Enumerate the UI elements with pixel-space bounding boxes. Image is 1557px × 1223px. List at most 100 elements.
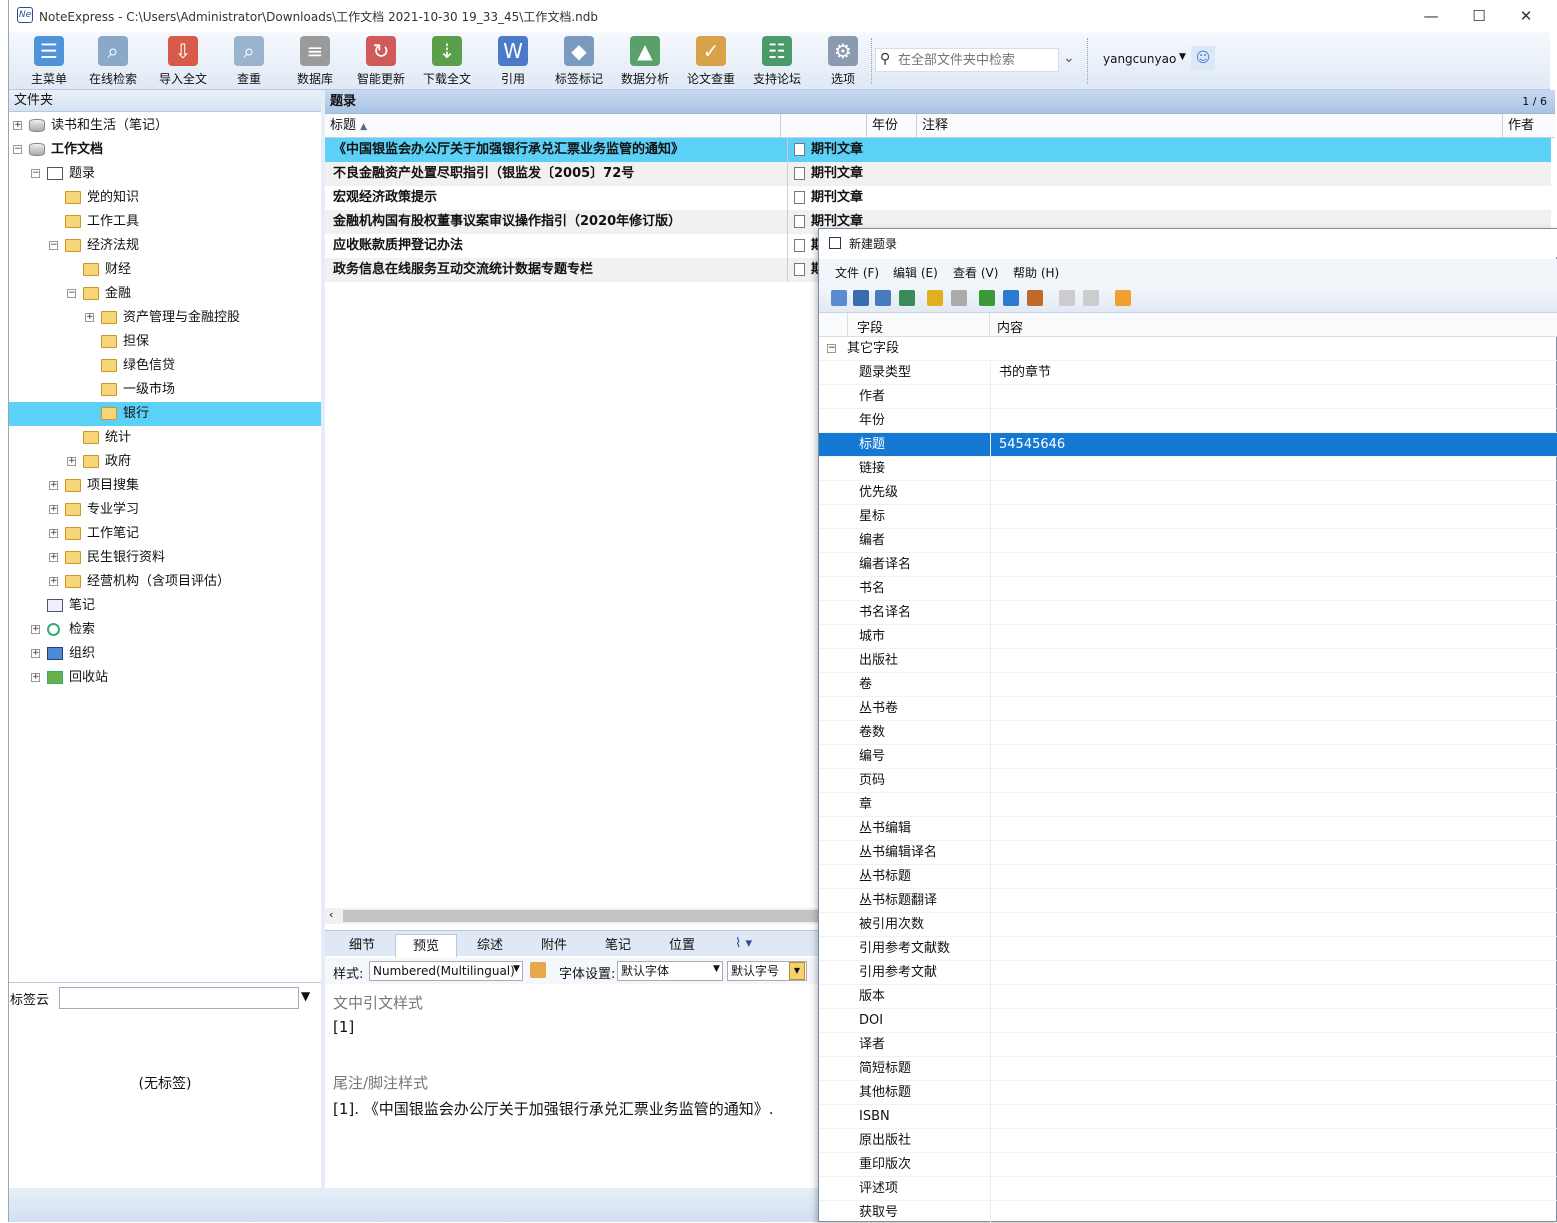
field-row[interactable]: 书名 [819, 577, 1557, 601]
field-row[interactable]: 优先级 [819, 481, 1557, 505]
font-select[interactable]: 默认字体 [617, 961, 723, 981]
move-down-icon[interactable] [1083, 290, 1099, 306]
tab-1[interactable]: 预览 [395, 934, 457, 957]
field-group-header[interactable]: − 其它字段 [819, 337, 1557, 361]
toolbar-button-8[interactable]: ◆ 标签标记 [547, 34, 611, 88]
column-notes[interactable]: 注释 [917, 114, 1503, 138]
scrollbar-thumb[interactable] [343, 910, 823, 922]
tree-item[interactable]: + 读书和生活（笔记） [9, 114, 321, 138]
column-title[interactable]: 标题 ▲ [325, 114, 781, 138]
tree-item[interactable]: 财经 [9, 258, 321, 282]
toolbar-button-10[interactable]: ✓ 论文查重 [679, 34, 743, 88]
tree-item[interactable]: + 回收站 [9, 666, 321, 690]
style-select[interactable]: Numbered(Multilingual) [369, 961, 523, 981]
expand-icon[interactable]: + [31, 649, 40, 658]
font-dropdown-icon[interactable]: ▼ [713, 964, 720, 974]
expand-icon[interactable]: + [85, 313, 94, 322]
content-column-header[interactable]: 内容 [997, 317, 1023, 336]
tree-item[interactable]: + 经营机构（含项目评估） [9, 570, 321, 594]
tree-item[interactable]: 笔记 [9, 594, 321, 618]
field-row[interactable]: 卷数 [819, 721, 1557, 745]
field-value[interactable]: 54545646 [999, 433, 1065, 457]
toolbar-button-2[interactable]: ⇩ 导入全文 [151, 34, 215, 88]
reference-row[interactable]: 《中国银监会办公厅关于加强银行承兑汇票业务监管的通知》 期刊文章 [325, 138, 1551, 162]
field-row[interactable]: 丛书编辑 [819, 817, 1557, 841]
field-row[interactable]: 编者 [819, 529, 1557, 553]
tree-item[interactable]: − 工作文档 [9, 138, 321, 162]
field-row[interactable]: 原出版社 [819, 1129, 1557, 1153]
maximize-button[interactable]: ☐ [1459, 4, 1499, 28]
toolbar-button-12[interactable]: ⚙ 选项 [811, 34, 875, 88]
move-up-icon[interactable] [1059, 290, 1075, 306]
pin-icon[interactable] [1003, 290, 1019, 306]
field-row[interactable]: 城市 [819, 625, 1557, 649]
field-row[interactable]: 重印版次 [819, 1153, 1557, 1177]
field-row[interactable]: 版本 [819, 985, 1557, 1009]
collapse-icon[interactable]: − [49, 241, 58, 250]
export-icon[interactable] [1027, 290, 1043, 306]
tree-item[interactable]: + 资产管理与金融控股 [9, 306, 321, 330]
dialog-menu-item[interactable]: 帮助 (H) [1013, 264, 1059, 281]
clean-icon[interactable] [927, 290, 943, 306]
column-author[interactable]: 作者 [1503, 114, 1551, 138]
expand-icon[interactable]: + [49, 553, 58, 562]
tree-item[interactable]: + 工作笔记 [9, 522, 321, 546]
search-input[interactable] [898, 51, 1056, 69]
field-row[interactable]: 评述项 [819, 1177, 1557, 1201]
user-dropdown-icon[interactable]: ▼ [1179, 52, 1186, 62]
reference-row[interactable]: 宏观经济政策提示 期刊文章 [325, 186, 1551, 210]
dialog-menu-item[interactable]: 编辑 (E) [893, 264, 938, 281]
field-row[interactable]: 简短标题 [819, 1057, 1557, 1081]
field-row[interactable]: 标题 54545646 [819, 433, 1557, 457]
reference-row[interactable]: 不良金融资产处置尽职指引（银监发〔2005〕72号 期刊文章 [325, 162, 1551, 186]
tree-item[interactable]: 担保 [9, 330, 321, 354]
field-row[interactable]: 丛书卷 [819, 697, 1557, 721]
field-row[interactable]: 卷 [819, 673, 1557, 697]
column-type[interactable] [781, 114, 867, 138]
field-row[interactable]: 星标 [819, 505, 1557, 529]
toolbar-button-7[interactable]: W 引用 [481, 34, 545, 88]
grid-icon[interactable] [979, 290, 995, 306]
field-row[interactable]: 丛书标题翻译 [819, 889, 1557, 913]
attachment-icon[interactable]: ⌇ ▾ [735, 936, 752, 951]
toolbar-button-9[interactable]: ▲ 数据分析 [613, 34, 677, 88]
field-column-header[interactable]: 字段 [857, 317, 883, 336]
field-row[interactable]: 丛书编辑译名 [819, 841, 1557, 865]
field-row[interactable]: 书名译名 [819, 601, 1557, 625]
tag-cloud-input[interactable] [59, 987, 299, 1009]
expand-icon[interactable]: + [67, 457, 76, 466]
expand-icon[interactable]: + [49, 481, 58, 490]
style-dropdown-icon[interactable]: ▼ [513, 964, 520, 974]
collapse-icon[interactable]: − [31, 169, 40, 178]
search-dropdown-icon[interactable]: ⌄ [1063, 50, 1075, 66]
field-row[interactable]: 章 [819, 793, 1557, 817]
toolbar-button-6[interactable]: ⇣ 下载全文 [415, 34, 479, 88]
tree-item[interactable]: 工作工具 [9, 210, 321, 234]
tree-item[interactable]: − 经济法规 [9, 234, 321, 258]
global-search-box[interactable]: ⚲ [875, 48, 1059, 72]
tab-5[interactable]: 位置 [651, 934, 713, 957]
collapse-icon[interactable]: − [13, 145, 22, 154]
tree-item[interactable]: + 项目搜集 [9, 474, 321, 498]
toolbar-button-3[interactable]: ⌕ 查重 [217, 34, 281, 88]
field-row[interactable]: 出版社 [819, 649, 1557, 673]
close-button[interactable]: ✕ [1506, 4, 1546, 28]
new-icon[interactable] [831, 290, 847, 306]
save-as-icon[interactable] [875, 290, 891, 306]
field-value[interactable]: 书的章节 [999, 361, 1051, 385]
style-manager-icon[interactable] [530, 962, 546, 978]
expand-icon[interactable]: + [49, 505, 58, 514]
expand-icon[interactable]: + [31, 625, 40, 634]
tree-item[interactable]: + 组织 [9, 642, 321, 666]
field-row[interactable]: 题录类型 书的章节 [819, 361, 1557, 385]
tab-2[interactable]: 综述 [459, 934, 521, 957]
field-row[interactable]: 引用参考文献数 [819, 937, 1557, 961]
collapse-icon[interactable]: − [827, 344, 836, 353]
collapse-icon[interactable]: − [67, 289, 76, 298]
toolbar-button-1[interactable]: ⌕ 在线检索 [81, 34, 145, 88]
user-avatar-icon[interactable]: ☺ [1191, 46, 1215, 70]
tree-item[interactable]: 一级市场 [9, 378, 321, 402]
tab-0[interactable]: 细节 [331, 934, 393, 957]
minimize-button[interactable]: — [1411, 4, 1451, 28]
field-row[interactable]: 被引用次数 [819, 913, 1557, 937]
